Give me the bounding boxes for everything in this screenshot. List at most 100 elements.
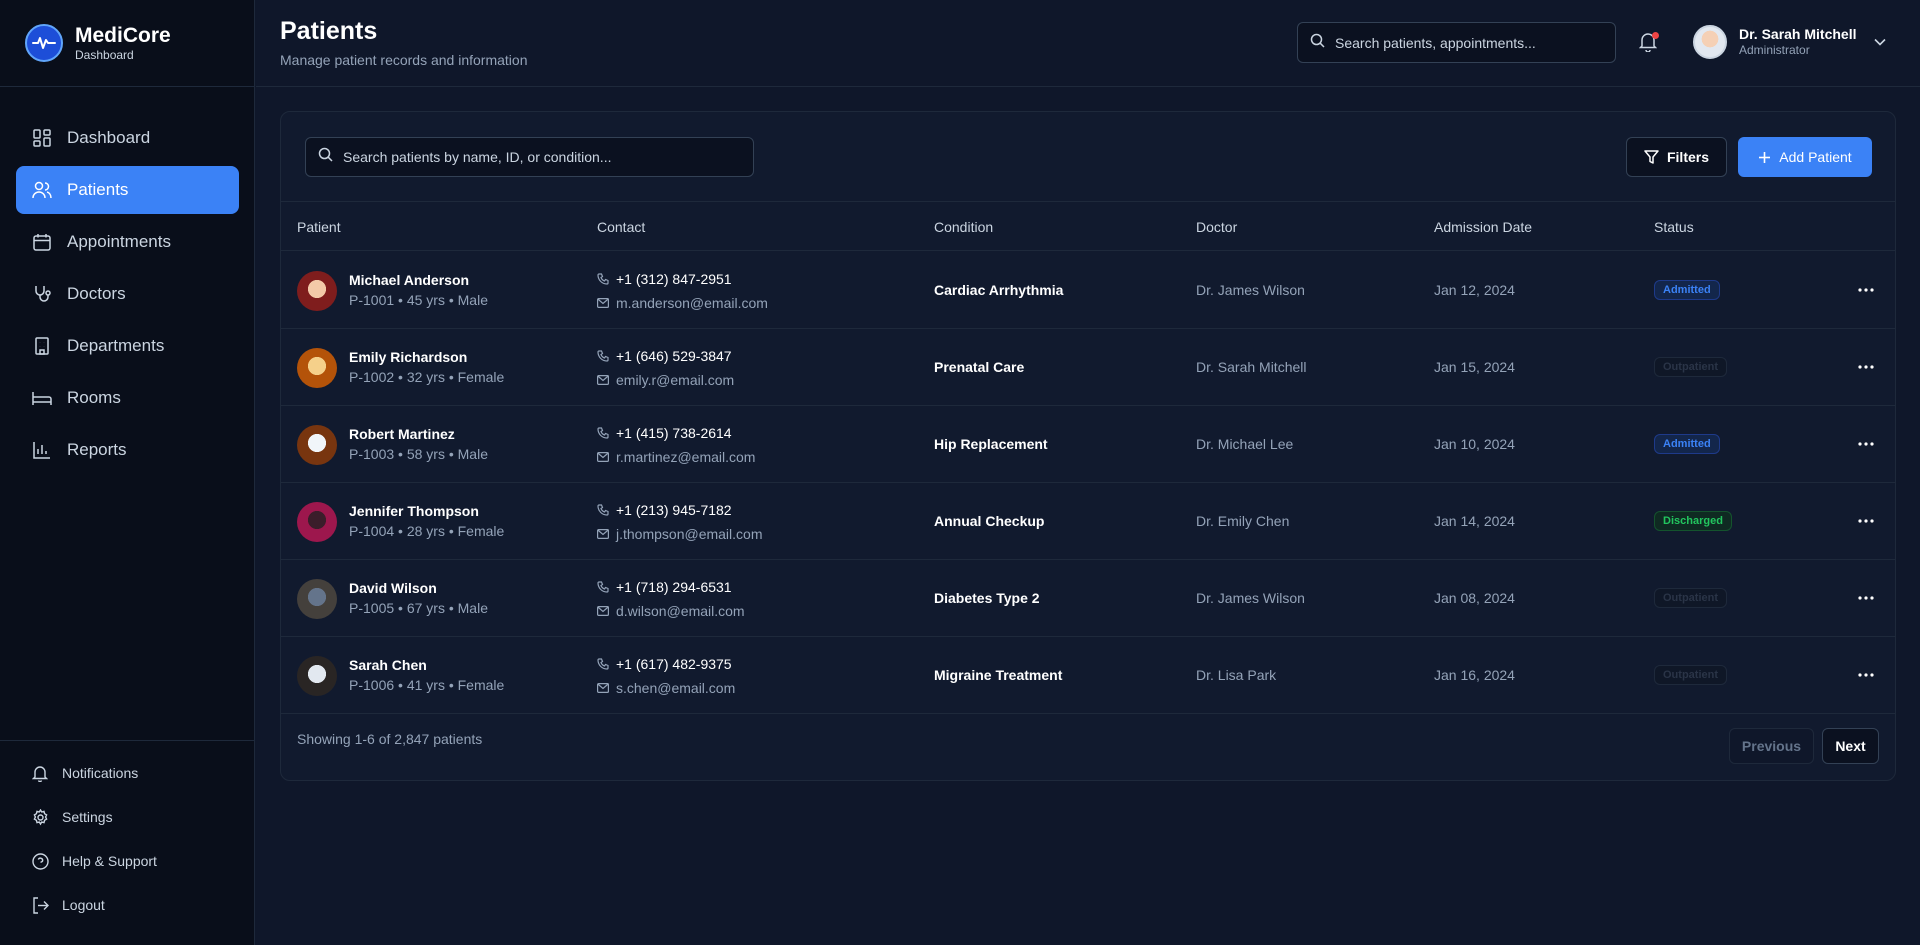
patient-doctor: Dr. Michael Lee (1196, 436, 1294, 452)
bed-icon (32, 388, 52, 408)
sidebar-link-notifications[interactable]: Notifications (0, 751, 255, 795)
phone-text: +1 (312) 847-2951 (616, 271, 732, 287)
column-header-patient[interactable]: Patient (297, 219, 341, 235)
patient-name[interactable]: Jennifer Thompson (349, 503, 479, 519)
avatar (297, 271, 337, 311)
patient-name[interactable]: Emily Richardson (349, 349, 467, 365)
email-text: emily.r@email.com (616, 372, 735, 388)
table-row[interactable]: Emily Richardson P-1002 • 32 yrs • Female… (281, 329, 1895, 406)
row-actions-button[interactable] (1855, 588, 1877, 608)
patient-condition: Hip Replacement (934, 436, 1048, 452)
sidebar-link-help[interactable]: Help & Support (0, 839, 255, 883)
chevron-down-icon (1874, 33, 1887, 51)
status-badge: Admitted (1654, 280, 1720, 300)
row-actions-button[interactable] (1855, 434, 1877, 454)
sidebar-link-logout[interactable]: Logout (0, 883, 255, 927)
patient-phone: +1 (213) 945-7182 (597, 502, 732, 518)
patient-doctor: Dr. James Wilson (1196, 282, 1305, 298)
column-header-status[interactable]: Status (1654, 219, 1694, 235)
calendar-icon (32, 232, 52, 252)
column-header-contact[interactable]: Contact (597, 219, 645, 235)
filters-button[interactable]: Filters (1626, 137, 1727, 177)
search-icon (318, 147, 333, 167)
patient-email: r.martinez@email.com (597, 449, 755, 465)
avatar (297, 579, 337, 619)
table-row[interactable]: Robert Martinez P-1003 • 58 yrs • Male +1 … (281, 406, 1895, 483)
email-text: s.chen@email.com (616, 680, 736, 696)
patient-name[interactable]: Robert Martinez (349, 426, 455, 442)
row-actions-button[interactable] (1855, 280, 1877, 300)
more-horizontal-icon (1858, 288, 1874, 292)
status-badge: Discharged (1654, 511, 1732, 531)
patient-email: m.anderson@email.com (597, 295, 768, 311)
avatar (297, 425, 337, 465)
user-menu[interactable]: Dr. Sarah Mitchell Administrator (1693, 25, 1887, 59)
table-row[interactable]: Jennifer Thompson P-1004 • 28 yrs • Femal… (281, 483, 1895, 560)
page-subtitle: Manage patient records and information (280, 52, 528, 68)
notifications-button[interactable] (1638, 32, 1659, 54)
patient-name[interactable]: Sarah Chen (349, 657, 427, 673)
phone-icon (597, 350, 609, 362)
patient-phone: +1 (312) 847-2951 (597, 271, 732, 287)
phone-icon (597, 581, 609, 593)
sidebar-item-departments[interactable]: Departments (16, 322, 239, 370)
column-header-condition[interactable]: Condition (934, 219, 993, 235)
mail-icon (597, 298, 609, 308)
admission-date: Jan 14, 2024 (1434, 513, 1515, 529)
patient-search[interactable] (305, 137, 754, 177)
sidebar-item-label: Appointments (67, 232, 171, 251)
table-row[interactable]: Michael Anderson P-1001 • 45 yrs • Male +1… (281, 252, 1895, 329)
global-search[interactable] (1297, 22, 1616, 63)
row-actions-button[interactable] (1855, 357, 1877, 377)
patient-condition: Migraine Treatment (934, 667, 1063, 683)
email-text: r.martinez@email.com (616, 449, 756, 465)
sidebar: MediCore Dashboard Dashboard Patients Ap… (0, 0, 255, 945)
phone-icon (597, 427, 609, 439)
more-horizontal-icon (1858, 365, 1874, 369)
patient-search-input[interactable] (343, 149, 743, 165)
column-header-doctor[interactable]: Doctor (1196, 219, 1237, 235)
status-badge: Outpatient (1654, 357, 1727, 377)
patient-condition: Diabetes Type 2 (934, 590, 1040, 606)
email-text: m.anderson@email.com (616, 295, 768, 311)
sidebar-item-doctors[interactable]: Doctors (16, 270, 239, 318)
column-header-admission-date[interactable]: Admission Date (1434, 219, 1532, 235)
sidebar-item-rooms[interactable]: Rooms (16, 374, 239, 422)
brand-name: MediCore (75, 24, 171, 47)
filter-icon (1644, 150, 1659, 164)
patient-doctor: Dr. James Wilson (1196, 590, 1305, 606)
patient-phone: +1 (415) 738-2614 (597, 425, 732, 441)
patient-doctor: Dr. Emily Chen (1196, 513, 1290, 529)
heartbeat-logo-icon (25, 24, 63, 62)
mail-icon (597, 529, 609, 539)
brand[interactable]: MediCore Dashboard (0, 0, 254, 87)
table-row[interactable]: David Wilson P-1005 • 67 yrs • Male +1 (71… (281, 560, 1895, 637)
sidebar-item-dashboard[interactable]: Dashboard (16, 114, 239, 162)
table-row[interactable]: Sarah Chen P-1006 • 41 yrs • Female +1 (61… (281, 637, 1895, 714)
next-page-button[interactable]: Next (1822, 728, 1879, 764)
global-search-input[interactable] (1335, 34, 1595, 51)
sidebar-link-settings[interactable]: Settings (0, 795, 255, 839)
sidebar-item-patients[interactable]: Patients (16, 166, 239, 214)
add-patient-button[interactable]: Add Patient (1738, 137, 1872, 177)
patient-email: emily.r@email.com (597, 372, 734, 388)
previous-page-button[interactable]: Previous (1729, 728, 1814, 764)
patient-name[interactable]: David Wilson (349, 580, 437, 596)
row-actions-button[interactable] (1855, 665, 1877, 685)
patient-condition: Cardiac Arrhythmia (934, 282, 1064, 298)
grid-icon (32, 128, 52, 148)
help-circle-icon (31, 852, 49, 870)
phone-text: +1 (415) 738-2614 (616, 425, 732, 441)
sidebar-link-label: Help & Support (62, 853, 157, 869)
patient-name[interactable]: Michael Anderson (349, 272, 469, 288)
email-text: d.wilson@email.com (616, 603, 745, 619)
patient-doctor: Dr. Sarah Mitchell (1196, 359, 1307, 375)
sidebar-link-label: Settings (62, 809, 113, 825)
row-actions-button[interactable] (1855, 511, 1877, 531)
patient-meta: P-1005 • 67 yrs • Male (349, 600, 488, 616)
phone-text: +1 (718) 294-6531 (616, 579, 732, 595)
avatar (297, 348, 337, 388)
sidebar-item-appointments[interactable]: Appointments (16, 218, 239, 266)
mail-icon (597, 452, 609, 462)
sidebar-item-reports[interactable]: Reports (16, 426, 239, 474)
